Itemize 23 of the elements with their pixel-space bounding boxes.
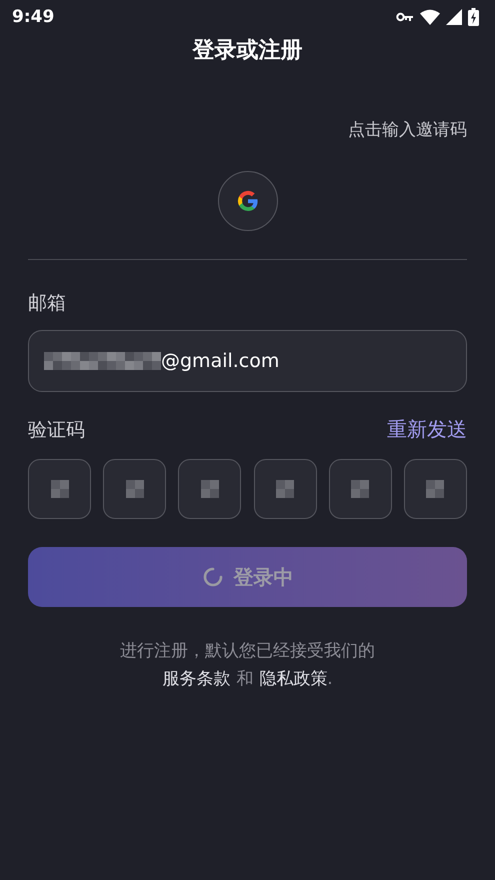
key-icon [396,12,414,22]
code-digit-box[interactable] [103,459,166,519]
email-label: 邮箱 [28,291,67,316]
period-text: . [327,668,333,691]
privacy-policy-link[interactable]: 隐私政策 [259,665,328,693]
google-icon [236,189,260,213]
code-digit-box[interactable] [328,459,392,519]
terms-of-service-link[interactable]: 服务条款 [162,665,230,693]
status-time: 9:49 [12,7,54,27]
invite-code-link[interactable]: 点击输入邀请码 [348,118,467,141]
code-digit-box[interactable] [28,459,91,519]
wifi-icon [420,9,440,25]
code-digit-box[interactable] [254,459,317,519]
signal-icon [446,9,462,25]
code-digit-box[interactable] [404,459,467,519]
resend-link[interactable]: 重新发送 [387,416,467,443]
spinner-icon [202,566,224,588]
email-field[interactable]: @gmail.com [28,330,467,392]
conjunction-text: 和 [236,668,254,691]
code-digit-box[interactable] [178,459,242,519]
code-label: 验证码 [28,418,85,442]
page-title: 登录或注册 [191,37,304,65]
terms-notice: 进行注册，默认您已经接受我们的 [119,640,376,663]
